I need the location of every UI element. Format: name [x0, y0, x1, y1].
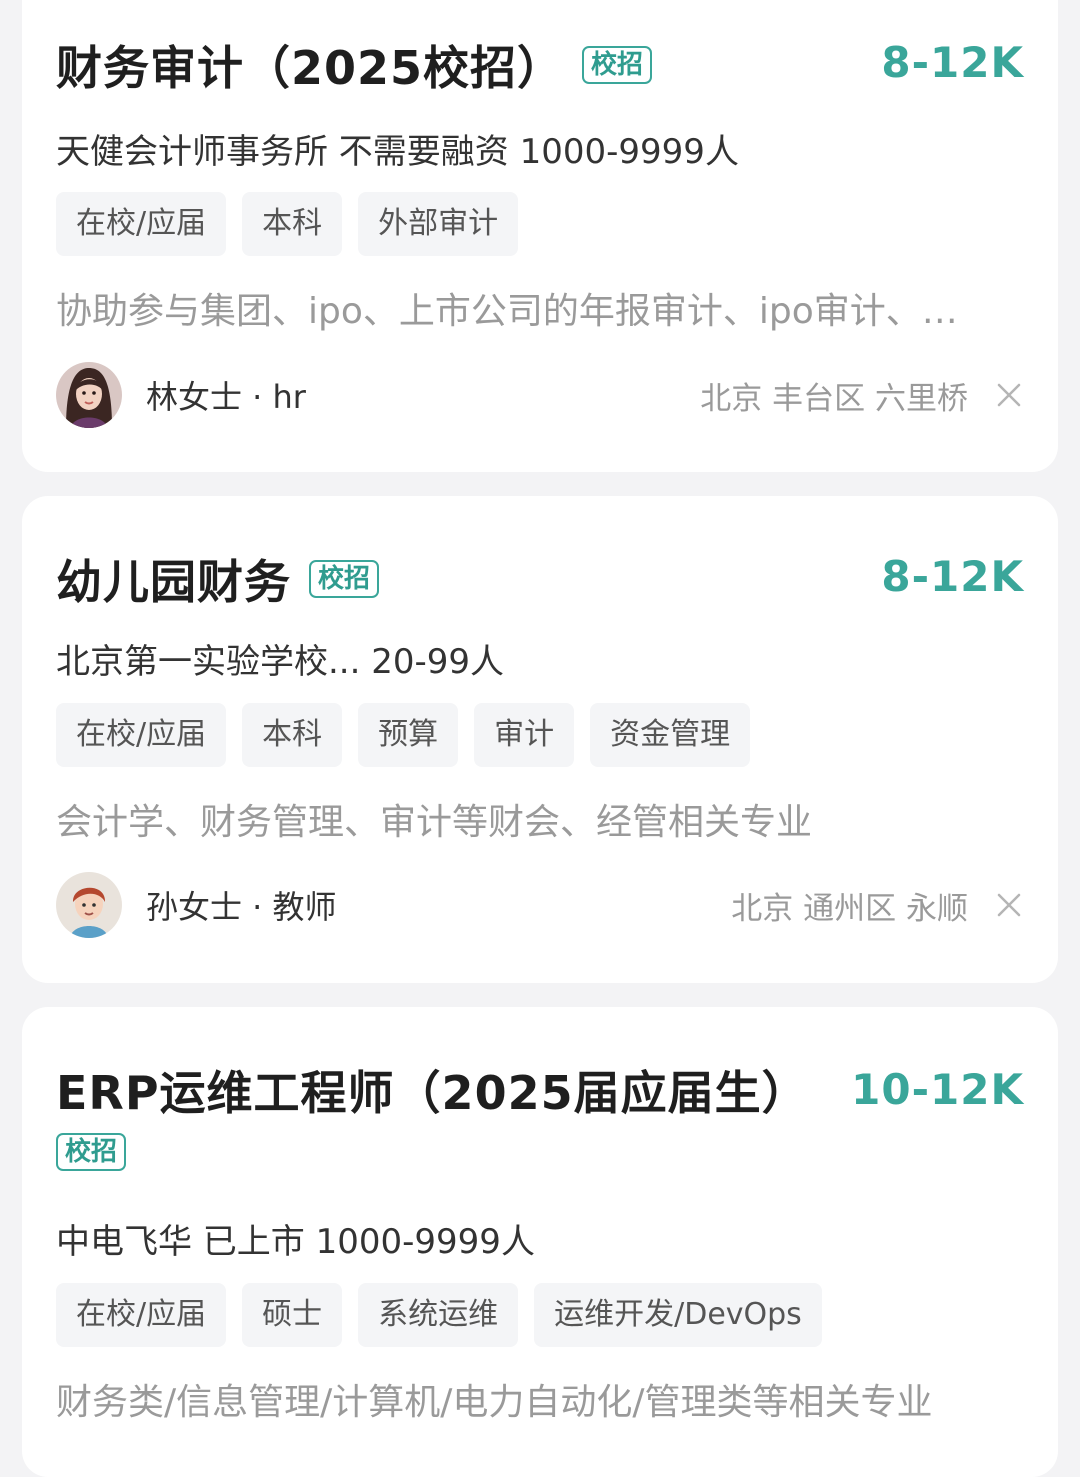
job-description: 财务类/信息管理/计算机/电力自动化/管理类等相关专业: [56, 1382, 933, 1423]
job-title: ERP运维工程师（2025届应届生）: [56, 1066, 809, 1120]
company-info: 天健会计师事务所 不需要融资 1000-9999人: [56, 132, 739, 172]
job-card[interactable]: 幼儿园财务 校招 8-12K 北京第一实验学校... 20-99人 在校/应届 …: [22, 496, 1058, 983]
tag: 运维开发/DevOps: [534, 1283, 822, 1347]
tag: 在校/应届: [56, 192, 227, 256]
recruiter-row: 林女士 · hr 北京 丰台区 六里桥: [56, 360, 1024, 430]
recruiter-name: 孙女士 · 教师: [146, 888, 337, 926]
campus-badge: 校招: [56, 1133, 127, 1171]
tag: 系统运维: [358, 1283, 519, 1347]
cartoon-avatar-icon: [56, 872, 122, 938]
recruiter-row: 孙女士 · 教师 北京 通州区 永顺: [56, 870, 1024, 940]
salary: 8-12K: [881, 552, 1024, 601]
recruiter-name: 林女士 · hr: [146, 378, 306, 416]
tag-list: 在校/应届 硕士 系统运维 运维开发/DevOps: [56, 1283, 822, 1347]
campus-badge: 校招: [309, 560, 380, 598]
job-title: 财务审计（2025校招）: [56, 41, 565, 95]
campus-badge: 校招: [582, 46, 653, 84]
tag: 在校/应届: [56, 703, 227, 767]
salary: 8-12K: [881, 38, 1024, 87]
tag-list: 在校/应届 本科 预算 审计 资金管理: [56, 703, 751, 767]
badge-row: 校招: [56, 1133, 1024, 1171]
close-icon[interactable]: [994, 890, 1024, 920]
job-card[interactable]: 财务审计（2025校招） 校招 8-12K 天健会计师事务所 不需要融资 100…: [22, 0, 1058, 472]
company-info: 北京第一实验学校... 20-99人: [56, 642, 505, 682]
job-description: 协助参与集团、ipo、上市公司的年报审计、ipo审计、…: [56, 291, 958, 332]
job-location: 北京 丰台区 六里桥: [700, 380, 968, 417]
job-description: 会计学、财务管理、审计等财会、经管相关专业: [56, 802, 813, 843]
job-card[interactable]: ERP运维工程师（2025届应届生） 10-12K 校招 中电飞华 已上市 10…: [22, 1007, 1058, 1477]
tag: 资金管理: [590, 703, 751, 767]
tag: 在校/应届: [56, 1283, 227, 1347]
tag: 硕士: [242, 1283, 343, 1347]
company-info: 中电飞华 已上市 1000-9999人: [56, 1222, 535, 1262]
tag: 预算: [358, 703, 459, 767]
job-title-row: 幼儿园财务 校招: [56, 546, 1024, 612]
salary: 10-12K: [851, 1065, 1024, 1114]
tag: 本科: [242, 703, 343, 767]
tag: 本科: [242, 192, 343, 256]
job-title: 幼儿园财务: [56, 555, 291, 609]
tag: 外部审计: [358, 192, 519, 256]
close-icon[interactable]: [994, 380, 1024, 410]
tag: 审计: [474, 703, 575, 767]
job-title-row: 财务审计（2025校招） 校招: [56, 32, 1024, 98]
tag-list: 在校/应届 本科 外部审计: [56, 192, 519, 256]
woman-avatar-icon: [56, 362, 122, 428]
job-location: 北京 通州区 永顺: [731, 890, 968, 927]
